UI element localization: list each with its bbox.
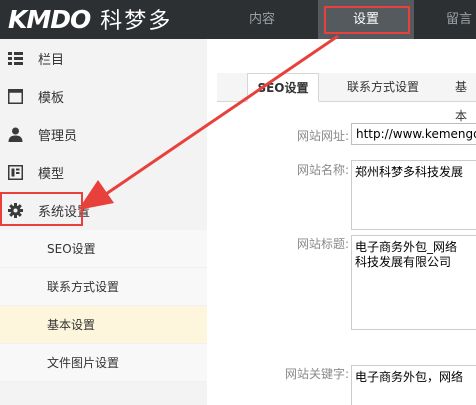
- list-icon: [8, 51, 23, 65]
- sidebar-item-label: 模型: [38, 166, 65, 182]
- main-content: SEO设置 联系方式设置 基本 网站网址: http://www.kemengd…: [207, 39, 476, 405]
- site-name-textarea[interactable]: 郑州科梦多科技发展: [351, 160, 476, 230]
- submenu-item-contact[interactable]: 联系方式设置: [0, 268, 207, 306]
- nav-item-content[interactable]: 内容: [232, 0, 292, 39]
- logo-text-en: KMDO: [8, 4, 91, 34]
- logo[interactable]: KMDO 科梦多: [8, 4, 173, 35]
- site-keywords-label: 网站关键字:: [284, 367, 349, 381]
- site-name-value: 郑州科梦多科技发展: [355, 165, 464, 179]
- tab-basic[interactable]: 基本: [455, 73, 476, 123]
- submenu-item-files-images[interactable]: 文件图片设置: [0, 344, 207, 382]
- site-url-input[interactable]: http://www.kemengd: [351, 123, 476, 145]
- logo-text-cn: 科梦多: [100, 9, 173, 34]
- sidebar-item-label: 管理员: [38, 128, 78, 144]
- site-title-value-line2: 科技发展有限公司: [355, 255, 452, 269]
- site-name-label: 网站名称:: [296, 163, 349, 177]
- site-keywords-value: 电子商务外包，网络: [355, 370, 464, 384]
- site-title-value-line1: 电子商务外包_网络: [355, 240, 458, 254]
- system-settings-highlight-box: [0, 192, 83, 226]
- nav-item-messages[interactable]: 留言: [446, 0, 476, 39]
- model-icon: [8, 164, 23, 180]
- sidebar-item-label: 栏目: [38, 52, 65, 68]
- settings-highlight-box: [324, 6, 410, 34]
- site-url-label: 网站网址:: [296, 129, 349, 143]
- site-title-label: 网站标题:: [296, 237, 349, 251]
- tab-seo[interactable]: SEO设置: [247, 73, 319, 102]
- site-keywords-textarea[interactable]: 电子商务外包，网络: [351, 365, 476, 405]
- template-icon: [8, 88, 23, 104]
- site-title-textarea[interactable]: 电子商务外包_网络 科技发展有限公司: [351, 235, 476, 330]
- sidebar-item-label: 模板: [38, 90, 65, 106]
- sidebar-item-columns[interactable]: 栏目: [0, 39, 207, 77]
- submenu-item-seo[interactable]: SEO设置: [0, 230, 207, 268]
- sidebar-item-models[interactable]: 模型: [0, 153, 207, 191]
- user-icon: [8, 127, 23, 142]
- tab-contact[interactable]: 联系方式设置: [347, 73, 419, 102]
- sidebar-item-templates[interactable]: 模板: [0, 77, 207, 115]
- sidebar-item-admins[interactable]: 管理员: [0, 115, 207, 153]
- settings-tabs: SEO设置 联系方式设置 基本: [217, 73, 476, 123]
- settings-submenu: SEO设置 联系方式设置 基本设置 文件图片设置: [0, 230, 207, 382]
- top-nav-bar: KMDO 科梦多 内容 设置 留言: [0, 0, 476, 39]
- submenu-item-basic[interactable]: 基本设置: [0, 306, 207, 344]
- sidebar: 栏目 模板 管理员 模型 系统设置 SEO设置 联系方式设置 基本设置 文件图片…: [0, 39, 207, 405]
